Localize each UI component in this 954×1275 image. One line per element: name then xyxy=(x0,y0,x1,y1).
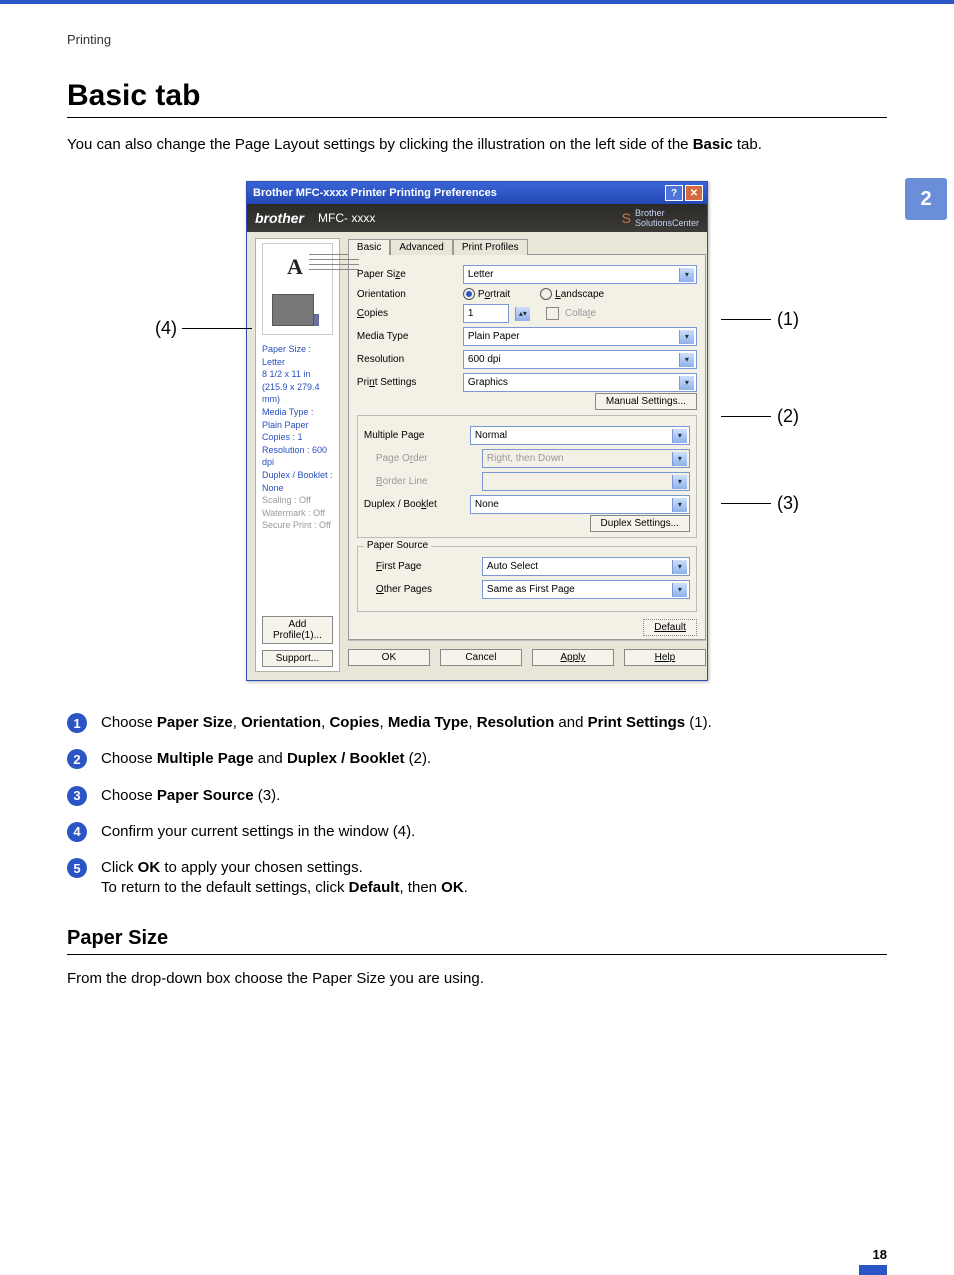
printing-preferences-dialog: Brother MFC-xxxx Printer Printing Prefer… xyxy=(246,181,708,681)
brother-logo: brother xyxy=(255,210,304,226)
duplex-booklet-label: Duplex / Booklet xyxy=(364,499,464,510)
chevron-down-icon: ▾ xyxy=(672,452,687,466)
chapter-tab: 2 xyxy=(905,178,947,220)
intro-text: You can also change the Page Layout sett… xyxy=(67,136,887,153)
first-page-label: First Page xyxy=(364,561,476,572)
add-profile-button[interactable]: Add Profile(1)... xyxy=(262,616,333,644)
tab-advanced[interactable]: Advanced xyxy=(390,239,452,255)
other-pages-select[interactable]: Same as First Page▾ xyxy=(482,580,690,599)
paper-source-group-label: Paper Source xyxy=(364,540,431,551)
chevron-down-icon: ▾ xyxy=(679,376,694,390)
page-order-label: Page Order xyxy=(364,453,476,464)
chevron-down-icon: ▾ xyxy=(672,560,687,574)
chevron-down-icon: ▾ xyxy=(672,475,687,489)
section-header: Printing xyxy=(67,32,887,47)
manual-settings-button[interactable]: Manual Settings... xyxy=(595,393,697,410)
landscape-radio[interactable]: Landscape xyxy=(540,288,604,300)
portrait-radio[interactable]: Portrait xyxy=(463,288,510,300)
solutions-icon: S xyxy=(622,210,631,226)
step-3: 3 Choose Paper Source (3). xyxy=(67,786,887,806)
first-page-select[interactable]: Auto Select▾ xyxy=(482,557,690,576)
chevron-down-icon: ▾ xyxy=(679,330,694,344)
print-settings-select[interactable]: Graphics▾ xyxy=(463,373,697,392)
tab-basic[interactable]: Basic xyxy=(348,239,390,255)
chevron-down-icon: ▾ xyxy=(679,353,694,367)
support-button[interactable]: Support... xyxy=(262,650,333,667)
collate-checkbox[interactable] xyxy=(546,307,559,320)
paper-size-label: Paper Size xyxy=(357,269,457,280)
close-icon[interactable]: ✕ xyxy=(685,185,703,201)
border-line-select: ▾ xyxy=(482,472,690,491)
spinner-buttons-icon[interactable]: ▴▾ xyxy=(515,307,530,321)
duplex-settings-button[interactable]: Duplex Settings... xyxy=(590,515,690,532)
dialog-titlebar: Brother MFC-xxxx Printer Printing Prefer… xyxy=(247,182,707,204)
step-number-icon: 3 xyxy=(67,786,87,806)
subheading-paper-size: Paper Size xyxy=(67,927,887,955)
tab-print-profiles[interactable]: Print Profiles xyxy=(453,239,528,255)
media-type-select[interactable]: Plain Paper▾ xyxy=(463,327,697,346)
help-button[interactable]: Help xyxy=(624,649,706,666)
cancel-button[interactable]: Cancel xyxy=(440,649,522,666)
resolution-select[interactable]: 600 dpi▾ xyxy=(463,350,697,369)
callout-3: (3) xyxy=(777,493,799,514)
page-title: Basic tab xyxy=(67,79,887,118)
collate-label: Collate xyxy=(565,308,596,319)
solutions-center-link[interactable]: S Brother SolutionsCenter xyxy=(622,208,699,228)
model-label: MFC- xxxx xyxy=(318,211,375,225)
callout-2: (2) xyxy=(777,406,799,427)
other-pages-label: Other Pages xyxy=(364,584,476,595)
default-button[interactable]: Default xyxy=(643,619,697,636)
help-icon[interactable]: ? xyxy=(665,185,683,201)
callout-1: (1) xyxy=(777,309,799,330)
step-1: 1 Choose Paper Size, Orientation, Copies… xyxy=(67,713,887,733)
chevron-down-icon: ▾ xyxy=(679,268,694,282)
dialog-illustration: (4) (1) (2) (3) Brother MFC-xxxx Printer… xyxy=(67,181,887,681)
step-number-icon: 4 xyxy=(67,822,87,842)
dialog-title: Brother MFC-xxxx Printer Printing Prefer… xyxy=(253,187,497,199)
ok-button[interactable]: OK xyxy=(348,649,430,666)
step-number-icon: 1 xyxy=(67,713,87,733)
copies-label: Copies xyxy=(357,308,457,319)
border-line-label: Border Line xyxy=(364,476,476,487)
print-settings-label: Print Settings xyxy=(357,377,457,388)
chevron-down-icon: ▾ xyxy=(672,429,687,443)
media-type-label: Media Type xyxy=(357,331,457,342)
multiple-page-label: Multiple Page xyxy=(364,430,464,441)
orientation-label: Orientation xyxy=(357,289,457,300)
callout-4: (4) xyxy=(155,318,177,339)
step-number-icon: 5 xyxy=(67,858,87,878)
paper-size-select[interactable]: Letter▾ xyxy=(463,265,697,284)
step-number-icon: 2 xyxy=(67,749,87,769)
paper-size-description: From the drop-down box choose the Paper … xyxy=(67,970,887,987)
settings-summary: Paper Size : Letter 8 1/2 x 11 in (215.9… xyxy=(262,343,333,532)
resolution-label: Resolution xyxy=(357,354,457,365)
chevron-down-icon: ▾ xyxy=(672,583,687,597)
step-2: 2 Choose Multiple Page and Duplex / Book… xyxy=(67,749,887,769)
page-number: 18 xyxy=(859,1247,887,1275)
copies-spinner[interactable]: 1 xyxy=(463,304,509,323)
preview-pane[interactable]: A Paper Size : Letter 8 1/2 x 11 in (215… xyxy=(255,238,340,672)
brand-bar: brother MFC- xxxx S Brother SolutionsCen… xyxy=(247,204,707,232)
page-order-select: Right, then Down▾ xyxy=(482,449,690,468)
step-5: 5 Click OK to apply your chosen settings… xyxy=(67,858,887,899)
apply-button[interactable]: Apply xyxy=(532,649,614,666)
multiple-page-select[interactable]: Normal▾ xyxy=(470,426,690,445)
chevron-down-icon: ▾ xyxy=(672,498,687,512)
page-preview[interactable]: A xyxy=(262,243,333,335)
duplex-booklet-select[interactable]: None▾ xyxy=(470,495,690,514)
step-4: 4 Confirm your current settings in the w… xyxy=(67,822,887,842)
